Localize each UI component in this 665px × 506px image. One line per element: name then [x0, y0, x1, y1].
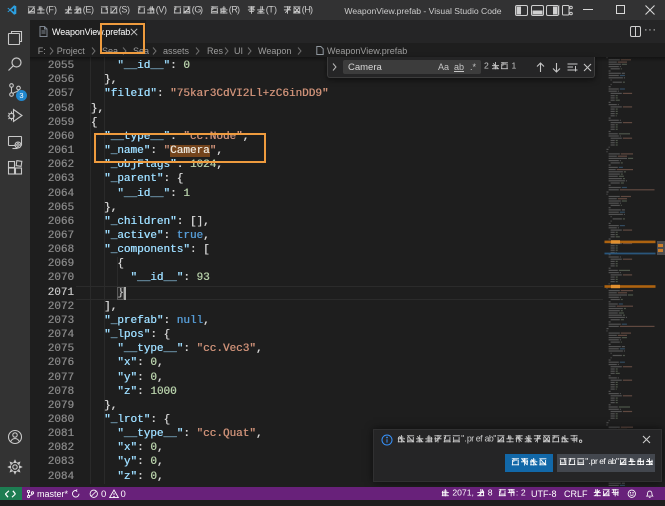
svg-text:f: f — [603, 457, 606, 466]
svg-text:": " — [616, 457, 619, 466]
svg-text:2: 2 — [484, 61, 489, 70]
svg-text:,: , — [472, 488, 474, 497]
svg-text:): ) — [127, 5, 130, 15]
svg-text:): ) — [54, 5, 57, 15]
svg-text:): ) — [91, 5, 94, 15]
svg-text::: : — [516, 488, 518, 497]
svg-text:): ) — [237, 5, 240, 15]
svg-text:8: 8 — [488, 488, 493, 497]
svg-text:": " — [493, 434, 496, 444]
svg-text:f: f — [480, 434, 483, 444]
svg-text:1: 1 — [512, 61, 517, 70]
svg-text:): ) — [274, 5, 277, 15]
svg-text:2: 2 — [521, 488, 526, 497]
svg-text:r: r — [595, 457, 598, 466]
svg-text:): ) — [200, 5, 203, 15]
svg-text:): ) — [164, 5, 167, 15]
svg-text:r: r — [471, 434, 474, 444]
svg-text:): ) — [310, 5, 313, 15]
